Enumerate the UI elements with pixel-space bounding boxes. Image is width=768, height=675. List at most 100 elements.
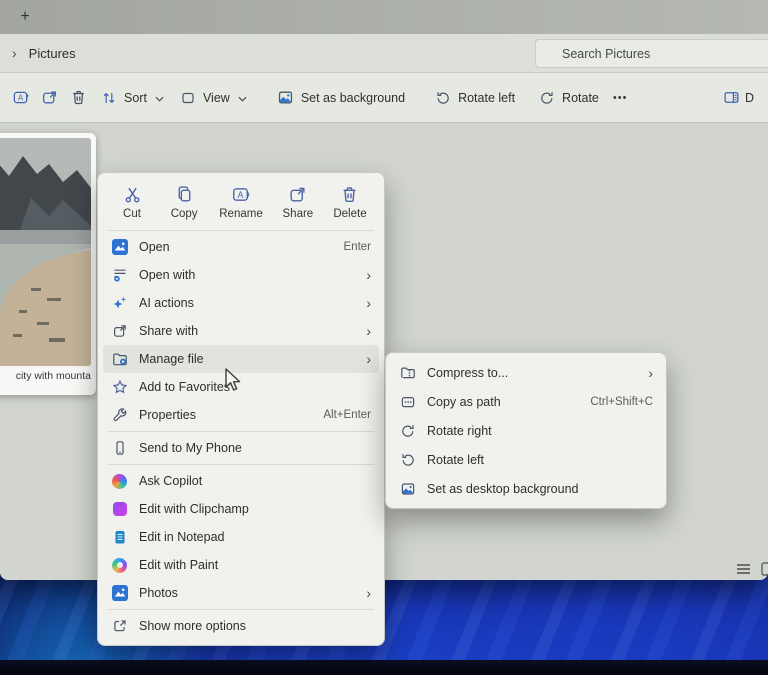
submenu-chevron-icon: › [366, 324, 371, 338]
menu-item-ask-copilot[interactable]: Ask Copilot [103, 467, 379, 495]
menu-separator [108, 464, 374, 465]
copy-path-icon [399, 393, 416, 410]
menu-item-properties[interactable]: Properties Alt+Enter [103, 401, 379, 429]
submenu-chevron-icon: › [366, 268, 371, 282]
screen: + › Pictures Search Pictures A [0, 0, 768, 675]
set-as-background-button[interactable]: Set as background [269, 83, 413, 112]
rotate-button[interactable]: Rotate [531, 84, 607, 112]
breadcrumb-chevron-icon: › [12, 45, 17, 61]
sort-label: Sort [124, 91, 147, 105]
ai-sparkle-icon [111, 295, 128, 312]
submenu-item-copy-as-path[interactable]: Copy as path Ctrl+Shift+C [391, 387, 661, 416]
cut-label: Cut [123, 208, 141, 220]
submenu-item-rotate-left[interactable]: Rotate left [391, 445, 661, 474]
rename-button[interactable]: A Rename [217, 183, 264, 222]
photo-thumbnail [0, 138, 91, 366]
set-as-background-label: Set as background [301, 91, 405, 105]
menu-item-open-with[interactable]: Open with › [103, 261, 379, 289]
search-placeholder: Search Pictures [562, 47, 650, 61]
menu-item-show-more-options[interactable]: Show more options [103, 612, 379, 640]
submenu-chevron-icon: › [366, 296, 371, 310]
shortcut-label: Ctrl+Shift+C [590, 396, 653, 408]
menu-item-edit-with-paint[interactable]: Edit with Paint [103, 551, 379, 579]
submenu-item-rotate-right[interactable]: Rotate right [391, 416, 661, 445]
share-icon [288, 185, 307, 204]
search-input[interactable]: Search Pictures [535, 39, 768, 68]
submenu-chevron-icon: › [366, 586, 371, 600]
view-button[interactable]: View [172, 84, 255, 112]
star-icon [111, 379, 128, 396]
photo-filename-label: city with mounta [16, 370, 91, 382]
more-options-button[interactable]: ••• [607, 86, 634, 110]
menu-item-share-with[interactable]: Share with › [103, 317, 379, 345]
list-view-icon[interactable] [736, 563, 751, 575]
menu-item-edit-in-notepad[interactable]: Edit in Notepad [103, 523, 379, 551]
submenu-item-set-as-desktop-background[interactable]: Set as desktop background [391, 474, 661, 503]
phone-icon [111, 440, 128, 457]
shortcut-label: Enter [344, 241, 372, 253]
details-label: D [745, 91, 754, 105]
manage-file-submenu: Compress to... › Copy as path Ctrl+Shift… [385, 352, 667, 509]
trash-icon [340, 185, 359, 204]
copy-button[interactable]: Copy [165, 183, 203, 222]
new-tab-button[interactable]: + [12, 5, 38, 29]
share-label: Share [283, 208, 314, 220]
breadcrumb[interactable]: Pictures [29, 46, 76, 61]
rotate-left-label: Rotate left [458, 91, 515, 105]
cut-button[interactable]: Cut [113, 183, 151, 222]
rename-button[interactable]: A [6, 83, 35, 112]
delete-label: Delete [333, 208, 366, 220]
chevron-down-icon [155, 91, 164, 105]
scissors-icon [123, 185, 142, 204]
submenu-item-compress-to[interactable]: Compress to... › [391, 358, 661, 387]
sort-button[interactable]: Sort [93, 84, 172, 112]
shortcut-label: Alt+Enter [323, 409, 371, 421]
menu-item-photos[interactable]: Photos › [103, 579, 379, 607]
sort-arrows-icon [101, 90, 117, 106]
menu-item-edit-with-clipchamp[interactable]: Edit with Clipchamp [103, 495, 379, 523]
rename-icon: A [231, 185, 250, 204]
zip-folder-icon [399, 364, 416, 381]
details-pane-icon [723, 89, 740, 106]
rotate-right-icon [399, 422, 416, 439]
share-icon [111, 323, 128, 340]
svg-text:A: A [18, 94, 24, 103]
chevron-down-icon [238, 91, 247, 105]
desktop-background-icon [399, 480, 416, 497]
notepad-icon [111, 529, 128, 546]
photos-app-icon [111, 585, 128, 602]
menu-item-open[interactable]: Open Enter [103, 233, 379, 261]
rotate-left-icon [435, 90, 451, 106]
grid-view-icon[interactable] [761, 562, 768, 576]
menu-separator [108, 230, 374, 231]
address-bar: › Pictures Search Pictures [0, 34, 768, 73]
share-button[interactable] [35, 83, 64, 112]
details-pane-button[interactable]: D [715, 83, 762, 112]
show-more-icon [111, 618, 128, 635]
tab-bar: + [0, 0, 768, 34]
menu-item-send-to-my-phone[interactable]: Send to My Phone [103, 434, 379, 462]
submenu-chevron-icon: › [648, 366, 653, 380]
view-label: View [203, 91, 230, 105]
rotate-left-button[interactable]: Rotate left [427, 84, 523, 112]
wrench-icon [111, 407, 128, 424]
share-icon [41, 89, 58, 106]
mouse-cursor [224, 368, 242, 399]
clipchamp-icon [111, 501, 128, 518]
rotate-label: Rotate [562, 91, 599, 105]
more-dots-icon: ••• [613, 92, 628, 104]
delete-button[interactable] [64, 83, 93, 112]
delete-button[interactable]: Delete [331, 183, 369, 222]
rename-label: Rename [219, 208, 262, 220]
rename-icon: A [12, 89, 29, 106]
open-with-icon [111, 267, 128, 284]
copy-icon [175, 185, 194, 204]
screen-bezel [0, 660, 768, 675]
paint-icon [111, 557, 128, 574]
photo-tile[interactable]: city with mounta [0, 133, 96, 395]
menu-separator [108, 609, 374, 610]
menu-item-ai-actions[interactable]: AI actions › [103, 289, 379, 317]
copy-label: Copy [171, 208, 198, 220]
share-button[interactable]: Share [279, 183, 317, 222]
command-toolbar: A Sort [0, 73, 768, 123]
